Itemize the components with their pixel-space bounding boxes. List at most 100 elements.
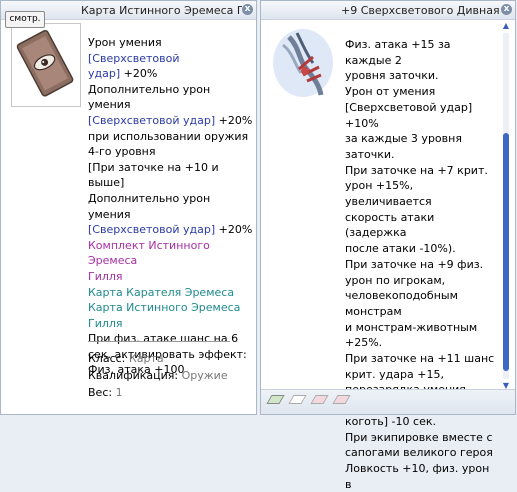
description-line: при использовании оружия: [88, 129, 256, 145]
weapon-info-window: +9 Сверхсветового Дивная Дл... x Физ. ат…: [260, 0, 516, 491]
description-line: [При заточке на +10 и: [88, 160, 256, 176]
description-line: Карта Карателя Эремеса: [88, 285, 256, 301]
window-title: Карта Истинного Эремеса Ги...: [81, 4, 242, 17]
card-slots-bar: [261, 389, 515, 414]
description-text: [Сверхсветовой: [88, 51, 180, 65]
description-text: Ловкость +10, физ. урон в: [345, 461, 490, 491]
description-line: после атаки -10%).: [345, 241, 497, 257]
item-meta: Класс: Карта Квалификация: Оружие Вес: 1: [88, 350, 228, 401]
description-text: за каждые 3 уровня: [345, 132, 462, 146]
description-line: Физ. атака +15 за каждые 2: [345, 37, 497, 68]
description-line: Комплект Истинного Эремеса: [88, 238, 256, 269]
description-text: человекоподобным монстрам: [345, 289, 458, 318]
description-text: выше]: [88, 176, 125, 190]
description-text: удар]: [88, 67, 121, 81]
description-line: При физ. атаке шанс на 6: [88, 331, 256, 347]
description-line: урон +15%, увеличивается: [345, 178, 497, 209]
description-text: Дополнительно урон умения: [88, 191, 211, 221]
card-eye-icon: [16, 29, 74, 97]
description-text: При заточке на +11 шанс: [345, 352, 495, 366]
description-text: При заточке на +7 крит.: [345, 163, 488, 177]
description-line: При заточке на +7 крит.: [345, 163, 497, 179]
class-label: Класс:: [88, 352, 126, 365]
item-description: Физ. атака +15 за каждые 2 уровня заточки…: [345, 37, 497, 492]
description-text: Дополнительно урон умения: [88, 82, 211, 112]
description-line: Гилля: [88, 269, 256, 285]
description-text: Урон умения: [88, 36, 162, 49]
item-illustration: [11, 23, 81, 107]
description-line: удар] +20%: [88, 66, 256, 82]
weight-label: Вес:: [88, 386, 113, 399]
description-line: человекоподобным монстрам: [345, 288, 497, 319]
description-line: Дополнительно урон умения: [88, 191, 256, 222]
description-text: и монстрам-животным +25%.: [345, 320, 478, 350]
description-line: заточки.: [345, 147, 497, 163]
qualification-row: Квалификация: Оружие: [88, 367, 228, 384]
description-text: +20%: [215, 223, 253, 237]
description-text: [При заточке на +10 и: [88, 160, 219, 174]
description-line: за каждые 3 уровня: [345, 131, 497, 147]
description-line: выше]: [88, 175, 256, 191]
window-title: +9 Сверхсветового Дивная Дл...: [341, 4, 501, 17]
description-text: [Сверхсветовой удар]: [88, 113, 216, 127]
description-text: Физ. атака +15 за каждые 2: [345, 38, 451, 67]
description-text: При физ. атаке шанс на 6: [88, 332, 239, 346]
scroll-thumb[interactable]: [503, 133, 509, 371]
window-titlebar[interactable]: +9 Сверхсветового Дивная Дл... x: [261, 1, 515, 20]
description-line: Ловкость +10, физ. урон в: [345, 461, 497, 492]
description-line: уровня заточки.: [345, 68, 497, 84]
description-text: после атаки -10%).: [345, 242, 456, 256]
divider: [88, 341, 230, 342]
weight-row: Вес: 1: [88, 384, 228, 401]
description-line: 4-го уровня: [88, 144, 256, 160]
description-text: Гилля: [88, 269, 123, 283]
description-line: коготь] -10 сек.: [345, 414, 497, 430]
description-line: [Сверхсветовой удар] +20%: [88, 113, 256, 129]
description-text: при использовании оружия: [88, 129, 249, 143]
card-slot-icon[interactable]: [288, 395, 307, 404]
card-slot-icon[interactable]: [332, 395, 351, 404]
description-text: Гилля: [88, 316, 123, 330]
class-row: Класс: Карта: [88, 350, 228, 367]
description-line: Урон от умения: [345, 84, 497, 100]
description-text: +20%: [215, 113, 253, 127]
weight-value: 1: [115, 386, 123, 399]
description-text: Комплект Истинного Эремеса: [88, 238, 210, 268]
qualification-label: Квалификация:: [88, 369, 179, 382]
description-text: сапогами великого героя: [345, 446, 493, 460]
description-text: При экипировке вместе с: [345, 430, 493, 444]
card-slot-icon[interactable]: [310, 395, 329, 404]
close-icon[interactable]: x: [242, 4, 253, 15]
description-line: Дополнительно урон умения: [88, 82, 256, 113]
card-slot-icon[interactable]: [266, 395, 285, 404]
description-text: [Сверхсветовой удар]: [88, 223, 216, 237]
description-text: При заточке на +9 физ.: [345, 257, 484, 271]
description-line: Карта Истинного Эремеса: [88, 300, 256, 316]
description-line: Гилля: [88, 316, 256, 332]
description-text: 4-го уровня: [88, 145, 156, 159]
description-line: сапогами великого героя: [345, 445, 497, 461]
description-line: При заточке на +11 шанс: [345, 351, 497, 367]
description-text: урон +15%, увеличивается: [345, 179, 432, 209]
close-icon[interactable]: x: [501, 4, 512, 15]
description-line: При заточке на +9 физ.: [345, 257, 497, 273]
weapon-claw-icon: [273, 29, 333, 97]
description-line: крит. удара +15,: [345, 367, 497, 383]
description-line: Урон умения [Сверхсветовой: [88, 35, 256, 66]
description-line: урон по игрокам,: [345, 273, 497, 289]
description-text: +20%: [120, 67, 158, 81]
description-text: уровня заточки.: [345, 69, 439, 83]
description-text: урон по игрокам,: [345, 273, 446, 287]
qualification-value: Оружие: [181, 369, 228, 382]
description-text: скорость атаки (задержка: [345, 210, 435, 240]
scroll-up-icon[interactable]: ▲: [501, 21, 511, 31]
description-line: [Сверхсветовой удар] +10%: [345, 100, 497, 131]
scrollbar[interactable]: ▲ ▼: [501, 19, 511, 391]
card-info-window: Карта Истинного Эремеса Ги... x смотр. У…: [0, 0, 257, 415]
description-line: При экипировке вместе с: [345, 430, 497, 446]
description-text: заточки.: [345, 147, 395, 161]
description-line: [Сверхсветовой удар] +20%: [88, 222, 256, 238]
item-description: Урон умения [Сверхсветовой удар] +20% Допо…: [88, 35, 256, 378]
view-button[interactable]: смотр.: [5, 11, 45, 28]
item-illustration: [269, 23, 337, 105]
